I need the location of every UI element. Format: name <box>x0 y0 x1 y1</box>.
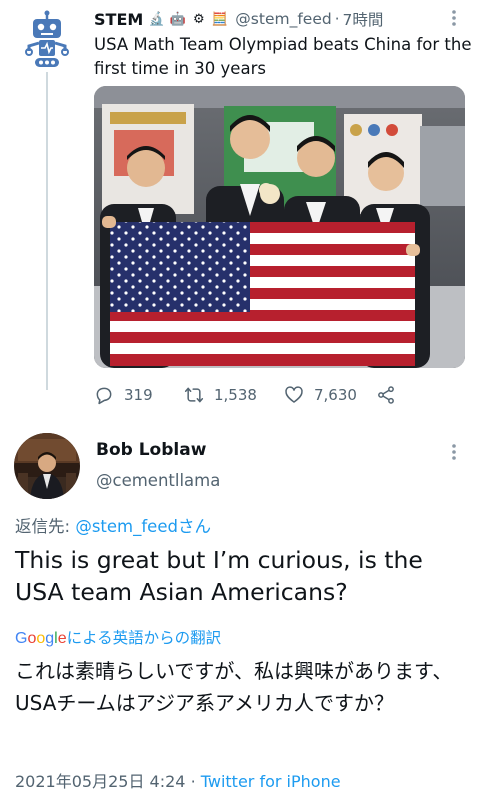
parent-author-handle[interactable]: @stem_feed <box>235 10 331 28</box>
like-button[interactable]: 7,630 <box>284 385 376 405</box>
abacus-icon: 🧮 <box>211 11 228 27</box>
more-vertical-icon[interactable] <box>444 8 464 28</box>
retweet-count: 1,538 <box>214 386 257 404</box>
tweet-photo[interactable] <box>94 86 465 368</box>
author-name[interactable]: Bob Loblaw <box>96 440 206 460</box>
microscope-icon: 🔬 <box>148 11 165 27</box>
translation-attribution[interactable]: Googleによる英語からの翻訳 <box>15 626 221 648</box>
parent-tweet-header: STEM 🔬 🤖 ⚙ 🧮 @stem_feed · 7時間 <box>94 8 440 30</box>
google-logo: Google <box>15 630 67 647</box>
reply-to-prefix: 返信先: <box>15 517 76 536</box>
tweet-date[interactable]: 2021年05月25日 4:24 <box>15 772 185 791</box>
share-button[interactable] <box>376 385 406 405</box>
translation-label: による英語からの翻訳 <box>66 629 222 647</box>
tweet-source-link[interactable]: Twitter for iPhone <box>201 772 341 791</box>
thread-connector-line <box>46 72 48 390</box>
retweet-button[interactable]: 1,538 <box>184 385 284 405</box>
reply-to-line: 返信先: @stem_feedさん <box>15 513 211 537</box>
separator-dot: · <box>334 10 340 28</box>
reply-icon <box>96 387 112 405</box>
tweet-text: This is great but I’m curious, is the US… <box>15 546 423 606</box>
author-handle[interactable]: @cementllama <box>96 471 220 490</box>
retweet-icon <box>184 387 204 403</box>
share-icon <box>378 386 394 404</box>
reply-count: 319 <box>124 386 153 404</box>
parent-tweet-time[interactable]: 7時間 <box>342 8 383 30</box>
tweet-meta: 2021年05月25日 4:24 · Twitter for iPhone <box>15 768 341 792</box>
reply-to-suffix: さん <box>177 517 211 536</box>
more-vertical-icon[interactable] <box>444 442 464 462</box>
reply-button[interactable]: 319 <box>94 385 184 405</box>
parent-tweet-actions: 319 1,538 7,630 <box>94 382 434 408</box>
heart-icon <box>285 386 303 403</box>
separator-dot: · <box>190 772 196 791</box>
like-count: 7,630 <box>314 386 357 404</box>
reply-to-handle-link[interactable]: @stem_feed <box>75 517 178 536</box>
robot-emoji-icon: 🤖 <box>169 11 186 27</box>
gear-icon: ⚙ <box>192 11 205 27</box>
parent-author-name[interactable]: STEM <box>94 10 143 29</box>
parent-tweet-text: USA Math Team Olympiad beats China for t… <box>94 35 472 78</box>
avatar[interactable] <box>14 433 80 499</box>
robot-icon[interactable] <box>24 10 70 68</box>
translated-text: これは素晴らしいですが、私は興味があります、USAチームはアジア系アメリカ人です… <box>15 659 453 715</box>
